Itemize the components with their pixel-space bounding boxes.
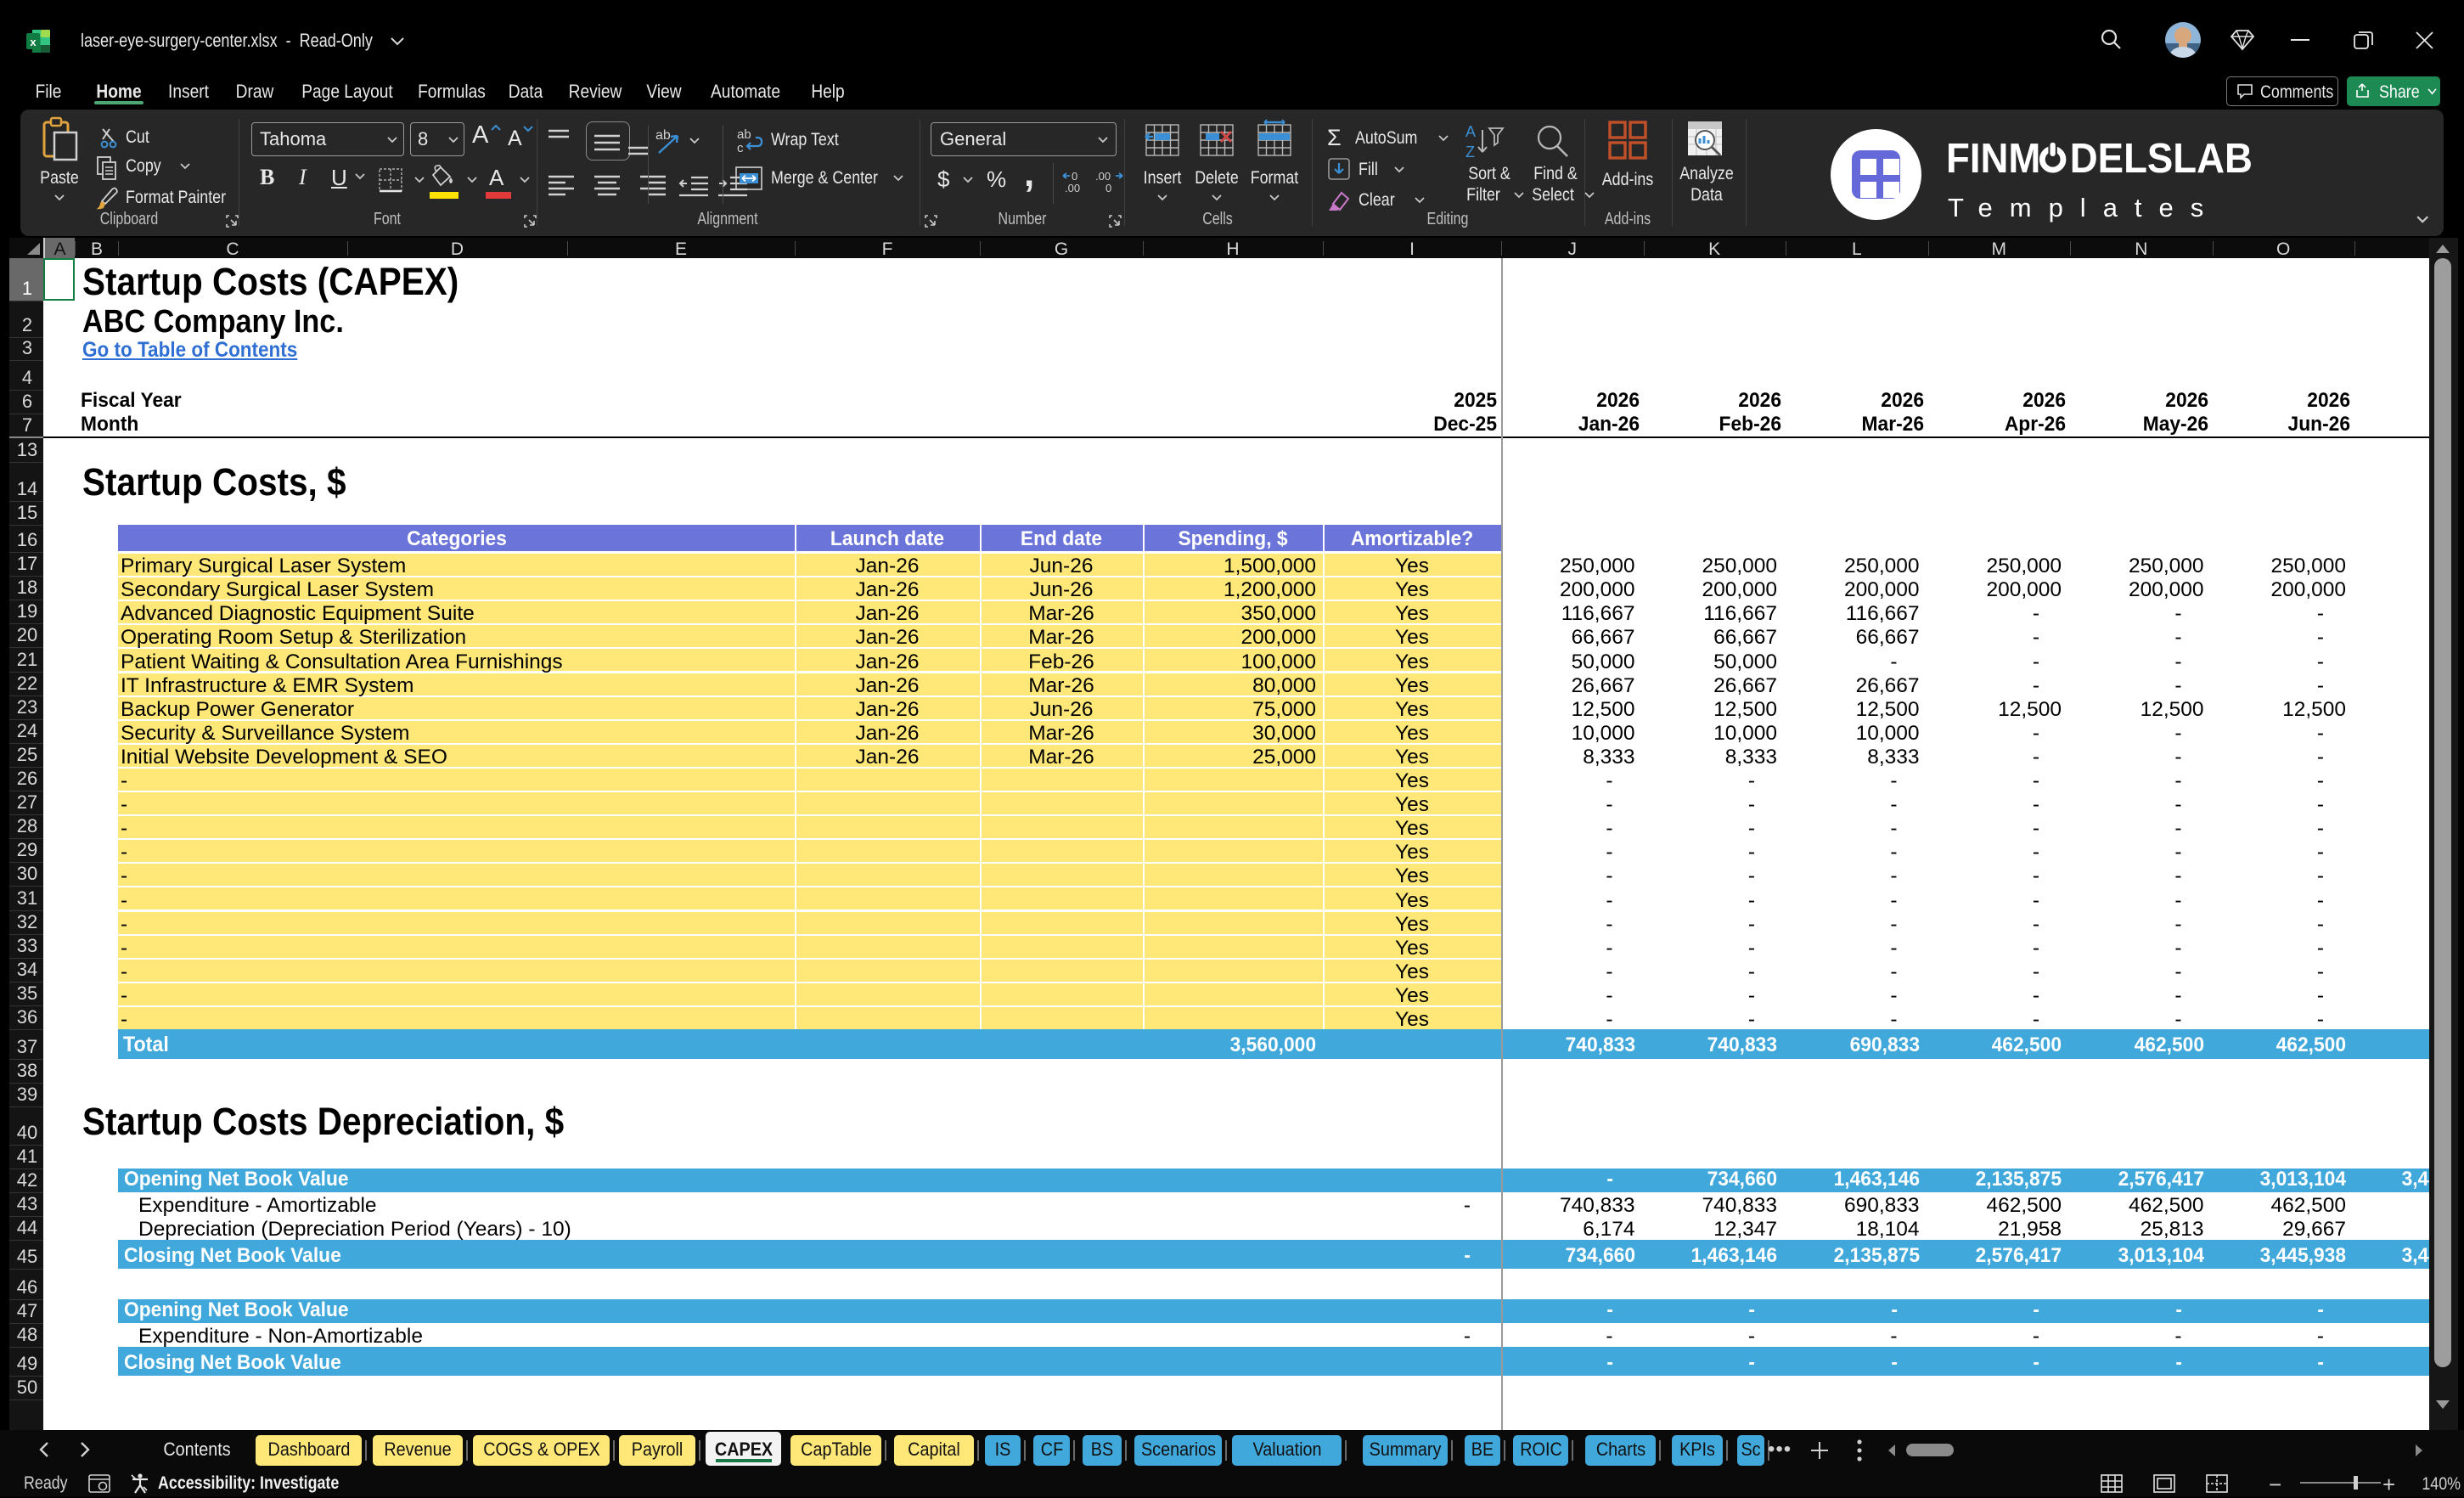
svg-text:ab: ab (737, 127, 751, 142)
svg-text:ab: ab (655, 128, 671, 143)
svg-text:0: 0 (1072, 170, 1077, 183)
svg-text:A: A (1465, 123, 1476, 140)
svg-text:.00: .00 (1095, 170, 1111, 183)
svg-text:c: c (737, 141, 744, 155)
svg-text:x: x (30, 36, 37, 48)
svg-text:0: 0 (1105, 182, 1111, 194)
svg-text:Z: Z (1465, 144, 1475, 160)
svg-text:.00: .00 (1065, 182, 1080, 194)
